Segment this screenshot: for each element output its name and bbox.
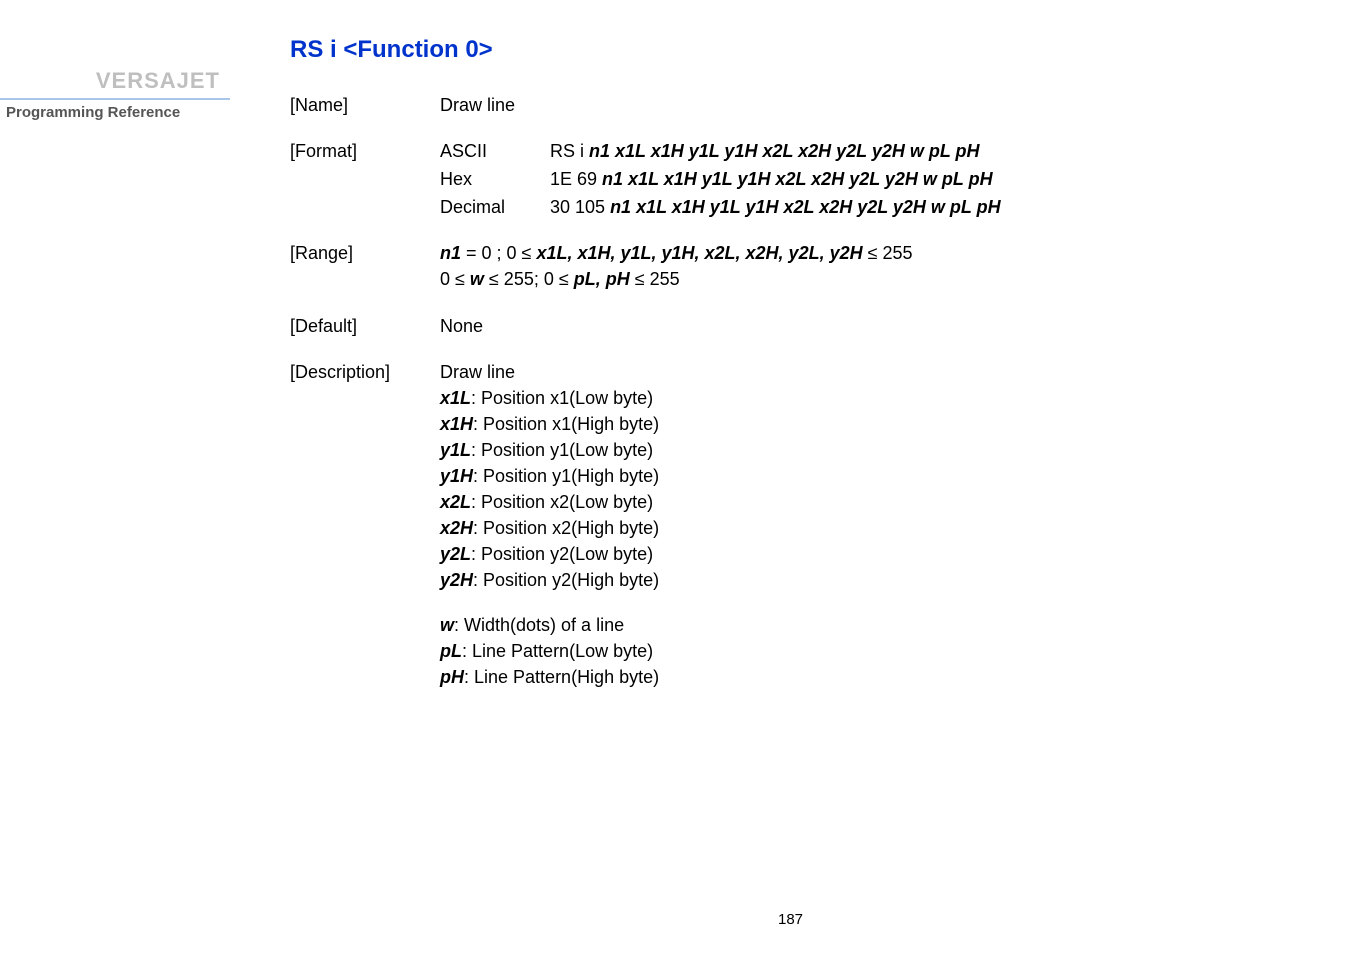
- format-hex-label: Hex: [440, 166, 550, 192]
- page-number: 187: [778, 911, 803, 928]
- desc-x1l-v: : Position x1(Low byte): [471, 388, 653, 408]
- desc-y1h: y1H: Position y1(High byte): [440, 463, 1311, 489]
- label-format: [Format]: [290, 138, 440, 220]
- range-tail: ≤ 255: [863, 243, 913, 263]
- row-description: [Description] Draw line x1L: Position x1…: [290, 359, 1311, 690]
- desc-w-k: w: [440, 615, 454, 635]
- desc-x1h-k: x1H: [440, 414, 473, 434]
- value-description: Draw line x1L: Position x1(Low byte) x1H…: [440, 359, 1311, 690]
- desc-head: Draw line: [440, 359, 1311, 385]
- reference-label: Programming Reference: [0, 100, 230, 121]
- range-n1-eq: = 0 ; 0 ≤: [461, 243, 536, 263]
- label-default: [Default]: [290, 313, 440, 339]
- desc-y2l: y2L: Position y2(Low byte): [440, 541, 1311, 567]
- label-description: [Description]: [290, 359, 440, 690]
- desc-x1l-k: x1L: [440, 388, 471, 408]
- desc-w-v: : Width(dots) of a line: [454, 615, 624, 635]
- desc-y2h: y2H: Position y2(High byte): [440, 567, 1311, 593]
- desc-x1h-v: : Position x1(High byte): [473, 414, 659, 434]
- desc-y2l-k: y2L: [440, 544, 471, 564]
- range-n1: n1: [440, 243, 461, 263]
- desc-x2l-k: x2L: [440, 492, 471, 512]
- format-hex-prefix: 1E 69: [550, 169, 602, 189]
- desc-y2h-v: : Position y2(High byte): [473, 570, 659, 590]
- range-line-1: n1 = 0 ; 0 ≤ x1L, x1H, y1L, y1H, x2L, x2…: [440, 240, 1311, 266]
- format-hex-params: n1 x1L x1H y1L y1H x2L x2H y2L y2H w pL …: [602, 169, 993, 189]
- desc-x2h: x2H: Position x2(High byte): [440, 515, 1311, 541]
- format-dec-prefix: 30 105: [550, 197, 610, 217]
- desc-pl: pL: Line Pattern(Low byte): [440, 638, 1311, 664]
- range-l2-pl: pL, pH: [574, 269, 630, 289]
- desc-ph-v: : Line Pattern(High byte): [464, 667, 659, 687]
- row-range: [Range] n1 = 0 ; 0 ≤ x1L, x1H, y1L, y1H,…: [290, 240, 1311, 292]
- row-name: [Name] Draw line: [290, 92, 1311, 118]
- sidebar: VERSAJET Programming Reference: [0, 0, 230, 954]
- desc-y1h-k: y1H: [440, 466, 473, 486]
- value-default: None: [440, 313, 1311, 339]
- desc-y2l-v: : Position y2(Low byte): [471, 544, 653, 564]
- format-ascii-label: ASCII: [440, 138, 550, 164]
- format-dec-label: Decimal: [440, 194, 550, 220]
- format-ascii-value: RS i n1 x1L x1H y1L y1H x2L x2H y2L y2H …: [550, 138, 1311, 164]
- desc-y1h-v: : Position y1(High byte): [473, 466, 659, 486]
- format-dec-value: 30 105 n1 x1L x1H y1L y1H x2L x2H y2L y2…: [550, 194, 1311, 220]
- row-format: [Format] ASCII RS i n1 x1L x1H y1L y1H x…: [290, 138, 1311, 220]
- format-ascii-params: n1 x1L x1H y1L y1H x2L x2H y2L y2H w pL …: [589, 141, 980, 161]
- range-vars: x1L, x1H, y1L, y1H, x2L, x2H, y2L, y2H: [536, 243, 862, 263]
- desc-y1l-v: : Position y1(Low byte): [471, 440, 653, 460]
- format-table: ASCII RS i n1 x1L x1H y1L y1H x2L x2H y2…: [440, 138, 1311, 220]
- range-l2-w: w: [470, 269, 484, 289]
- desc-x2l: x2L: Position x2(Low byte): [440, 489, 1311, 515]
- label-name: [Name]: [290, 92, 440, 118]
- format-dec-params: n1 x1L x1H y1L y1H x2L x2H y2L y2H w pL …: [610, 197, 1001, 217]
- brand-title: VERSAJET: [0, 68, 230, 94]
- section-title: RS i <Function 0>: [290, 36, 1311, 64]
- desc-x1h: x1H: Position x1(High byte): [440, 411, 1311, 437]
- desc-gap: [440, 594, 1311, 612]
- range-l2-b: ≤ 255; 0 ≤: [484, 269, 574, 289]
- desc-y1l: y1L: Position y1(Low byte): [440, 437, 1311, 463]
- desc-ph-k: pH: [440, 667, 464, 687]
- desc-pl-k: pL: [440, 641, 462, 661]
- page-root: VERSAJET Programming Reference RS i <Fun…: [0, 0, 1351, 954]
- row-default: [Default] None: [290, 313, 1311, 339]
- desc-ph: pH: Line Pattern(High byte): [440, 664, 1311, 690]
- desc-x1l: x1L: Position x1(Low byte): [440, 385, 1311, 411]
- format-ascii-prefix: RS i: [550, 141, 589, 161]
- desc-x2h-v: : Position x2(High byte): [473, 518, 659, 538]
- desc-y2h-k: y2H: [440, 570, 473, 590]
- content-area: RS i <Function 0> [Name] Draw line [Form…: [230, 0, 1351, 954]
- desc-pl-v: : Line Pattern(Low byte): [462, 641, 653, 661]
- desc-x2h-k: x2H: [440, 518, 473, 538]
- label-range: [Range]: [290, 240, 440, 292]
- range-l2-c: ≤ 255: [630, 269, 680, 289]
- format-hex-value: 1E 69 n1 x1L x1H y1L y1H x2L x2H y2L y2H…: [550, 166, 1311, 192]
- value-format: ASCII RS i n1 x1L x1H y1L y1H x2L x2H y2…: [440, 138, 1311, 220]
- value-range: n1 = 0 ; 0 ≤ x1L, x1H, y1L, y1H, x2L, x2…: [440, 240, 1311, 292]
- desc-y1l-k: y1L: [440, 440, 471, 460]
- value-name: Draw line: [440, 92, 1311, 118]
- range-l2-a: 0 ≤: [440, 269, 470, 289]
- desc-x2l-v: : Position x2(Low byte): [471, 492, 653, 512]
- desc-w: w: Width(dots) of a line: [440, 612, 1311, 638]
- range-line-2: 0 ≤ w ≤ 255; 0 ≤ pL, pH ≤ 255: [440, 266, 1311, 292]
